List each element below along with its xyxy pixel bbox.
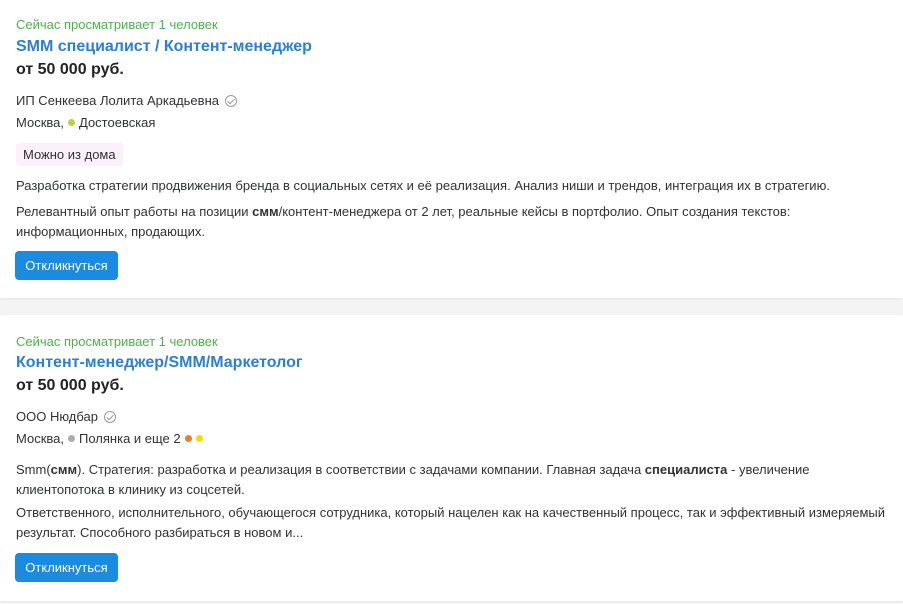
vacancy-title-link[interactable]: Контент-менеджер/SMM/Маркетолог xyxy=(16,354,303,372)
metro-station[interactable]: Полянка и еще 2 xyxy=(79,431,181,446)
vacancy-requirement: Релевантный опыт работы на позиции смм/к… xyxy=(16,204,791,239)
vacancy-card: Сейчас просматривает 1 человек SMM специ… xyxy=(0,0,903,298)
salary: от 50 000 руб. xyxy=(16,61,124,78)
city: Москва, xyxy=(16,115,64,130)
company-name-link[interactable]: ООО Нюдбар xyxy=(16,409,98,424)
viewers-count: Сейчас просматривает 1 человек xyxy=(16,334,218,349)
vacancy-requirement: Ответственного, исполнительного, обучающ… xyxy=(16,505,886,540)
metro-line-dot-icon xyxy=(195,435,203,442)
metro-line-dot-icon xyxy=(68,119,75,126)
respond-button[interactable]: Откликнуться xyxy=(15,251,118,280)
salary: от 50 000 руб. xyxy=(16,377,124,394)
metro-line-dot-icon xyxy=(184,435,192,442)
company-name-link[interactable]: ИП Сенкеева Лолита Аркадьевна xyxy=(16,93,219,108)
company: ИП Сенкеева Лолита Аркадьевна xyxy=(16,93,237,108)
city: Москва, xyxy=(16,431,64,446)
vacancy-responsibility: Разработка стратегии продвижения бренда … xyxy=(16,178,830,193)
location: Москва, Полянка и еще 2 xyxy=(16,431,203,446)
vacancy-title-link[interactable]: SMM специалист / Контент-менеджер xyxy=(16,38,312,56)
viewers-count: Сейчас просматривает 1 человек xyxy=(16,17,218,32)
vacancy-card: Сейчас просматривает 1 человек Контент-м… xyxy=(0,315,903,601)
verified-check-icon xyxy=(224,94,237,107)
company: ООО Нюдбар xyxy=(16,409,116,424)
vacancy-responsibility: Smm(смм). Стратегия: разработка и реализ… xyxy=(16,462,810,497)
metro-station: Достоевская xyxy=(79,115,156,130)
remote-work-tag: Можно из дома xyxy=(16,143,123,166)
metro-line-dot-icon xyxy=(68,435,75,442)
location: Москва, Достоевская xyxy=(16,115,155,130)
respond-button[interactable]: Откликнуться xyxy=(15,553,118,582)
verified-check-icon xyxy=(104,410,116,423)
